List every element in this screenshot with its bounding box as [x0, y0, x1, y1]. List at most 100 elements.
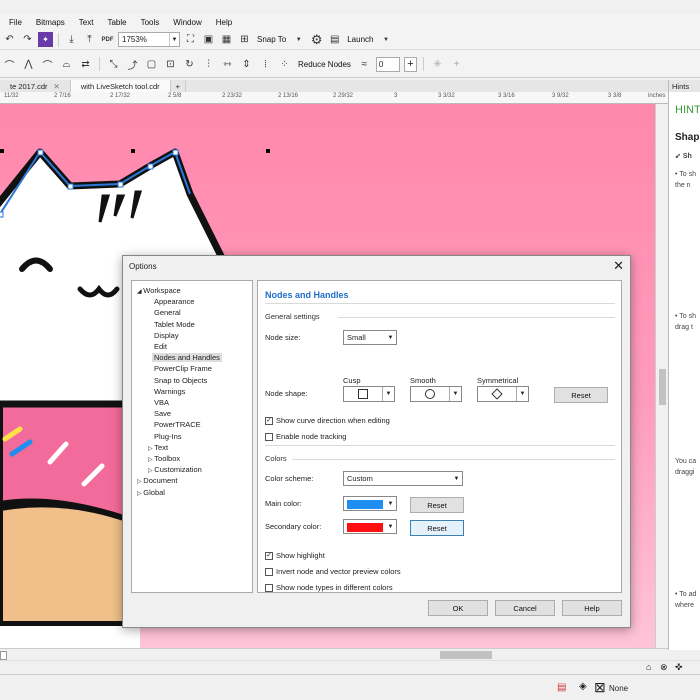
tree-item[interactable]: ▷ Document: [137, 476, 177, 485]
add-icon[interactable]: +: [449, 57, 464, 72]
tree-item[interactable]: ▷ Global: [137, 488, 165, 497]
horizontal-ruler[interactable]: 11/32 2 7/16 2 17/32 2 5/8 2 23/32 2 13/…: [0, 92, 668, 104]
launch-button[interactable]: Launch: [345, 35, 375, 44]
extract-subpath-icon[interactable]: ⤴: [125, 57, 140, 72]
tree-item[interactable]: ▷ Customization: [148, 465, 202, 474]
tree-item[interactable]: Edit: [154, 342, 167, 351]
tree-item[interactable]: Nodes and Handles: [152, 353, 222, 363]
menu-help[interactable]: Help: [209, 18, 239, 27]
search-content-icon[interactable]: ✦: [38, 32, 53, 47]
scrollbar-thumb[interactable]: [440, 651, 492, 659]
show-highlight-checkbox[interactable]: ✓: [265, 552, 273, 560]
color-scheme-select[interactable]: Custom ▼: [343, 471, 463, 486]
extend-curve-icon[interactable]: ⤡: [106, 57, 121, 72]
tree-item[interactable]: Tablet Mode: [154, 320, 195, 329]
main-color-reset-button[interactable]: Reset: [410, 497, 464, 513]
align-nodes-icon[interactable]: ⫶: [201, 57, 216, 72]
view-icon[interactable]: ▣: [201, 32, 216, 47]
tree-item[interactable]: PowerTRACE: [154, 420, 201, 429]
node-shape-reset-button[interactable]: Reset: [554, 387, 608, 403]
page-navigator[interactable]: [0, 651, 7, 660]
close-icon[interactable]: ✕: [54, 82, 60, 91]
reduce-nodes-button[interactable]: Reduce Nodes: [296, 60, 353, 69]
elastic-mode-icon[interactable]: ⦙: [258, 57, 273, 72]
gear-icon[interactable]: ⚙: [309, 32, 324, 47]
reflect-horizontal-icon[interactable]: ⇿: [220, 57, 235, 72]
symmetrical-shape-select[interactable]: ▼: [477, 386, 529, 402]
smooth-node-icon[interactable]: ⌒: [40, 57, 55, 72]
import-icon[interactable]: ⤓: [64, 32, 79, 47]
horizontal-scrollbar[interactable]: [0, 648, 668, 660]
cusp-shape-select[interactable]: ▼: [343, 386, 395, 402]
tree-item[interactable]: VBA: [154, 398, 169, 407]
tree-item[interactable]: General: [154, 308, 181, 317]
close-icon[interactable]: ✕: [613, 258, 624, 274]
secondary-color-picker[interactable]: ▼: [343, 519, 397, 534]
tree-item[interactable]: ▷ Text: [148, 443, 168, 452]
fill-icon[interactable]: ◈: [579, 681, 587, 692]
chevron-down-icon[interactable]: ▼: [291, 32, 306, 47]
symmetrical-node-icon[interactable]: ⌓: [59, 57, 74, 72]
no-outline-icon[interactable]: ⊠: [594, 679, 606, 696]
chevron-down-icon[interactable]: ▼: [378, 32, 393, 47]
enable-node-tracking-checkbox[interactable]: [265, 433, 273, 441]
menu-text[interactable]: Text: [72, 18, 101, 27]
redo-icon[interactable]: ↷: [20, 32, 35, 47]
grid-icon[interactable]: ▦: [219, 32, 234, 47]
tree-item[interactable]: Appearance: [154, 297, 194, 306]
ok-button[interactable]: OK: [428, 600, 488, 616]
options-icon[interactable]: ✳: [430, 57, 445, 72]
rulers-icon[interactable]: ⊞: [237, 32, 252, 47]
new-tab-button[interactable]: +: [171, 80, 187, 92]
launch-icon[interactable]: ▤: [327, 32, 342, 47]
scrollbar-thumb[interactable]: [659, 369, 666, 405]
zoom-level-input[interactable]: 1753% ▼: [118, 32, 180, 47]
close-curve-icon[interactable]: ▢: [144, 57, 159, 72]
tree-item[interactable]: Plug-Ins: [154, 432, 182, 441]
smooth-shape-select[interactable]: ▼: [410, 386, 462, 402]
snap-to-button[interactable]: Snap To: [255, 35, 288, 44]
curve-smoothness-input[interactable]: 0: [375, 56, 400, 72]
close-icon[interactable]: ⊗: [660, 662, 668, 673]
show-node-types-checkbox[interactable]: [265, 584, 273, 592]
node-tool-icon[interactable]: ⌒: [2, 57, 17, 72]
tab-document-1[interactable]: te 2017.cdr ✕: [0, 80, 71, 92]
cancel-button[interactable]: Cancel: [495, 600, 555, 616]
tree-item[interactable]: Warnings: [154, 387, 185, 396]
color-proofing-icon[interactable]: ▤: [557, 682, 566, 693]
menu-window[interactable]: Window: [166, 18, 208, 27]
diamond-node-icon: [491, 388, 503, 400]
node-size-select[interactable]: Small ▼: [343, 330, 397, 345]
publish-pdf-icon[interactable]: PDF: [100, 32, 115, 47]
invert-node-checkbox[interactable]: [265, 568, 273, 576]
tree-item[interactable]: Display: [154, 331, 179, 340]
menu-tools[interactable]: Tools: [134, 18, 167, 27]
show-curve-direction-checkbox[interactable]: ✓: [265, 417, 273, 425]
tab-document-2[interactable]: with LiveSketch tool.cdr: [70, 80, 171, 92]
rotate-nodes-icon[interactable]: ↻: [182, 57, 197, 72]
tree-item[interactable]: ▷ Toolbox: [148, 454, 180, 463]
vertical-scrollbar[interactable]: [655, 104, 668, 648]
tree-item[interactable]: Save: [154, 409, 171, 418]
chevron-down-icon[interactable]: ▼: [169, 33, 179, 46]
undo-icon[interactable]: ↶: [2, 32, 17, 47]
reverse-direction-icon[interactable]: ⇄: [78, 57, 93, 72]
plus-icon[interactable]: +: [403, 56, 417, 72]
menu-table[interactable]: Table: [100, 18, 133, 27]
reflect-vertical-icon[interactable]: ⇕: [239, 57, 254, 72]
tree-item[interactable]: Snap to Objects: [154, 376, 207, 385]
main-color-picker[interactable]: ▼: [343, 496, 397, 511]
navigator-icon[interactable]: ✜: [675, 662, 683, 673]
tree-item[interactable]: ◢ Workspace: [137, 286, 181, 295]
lock-icon[interactable]: ⌂: [646, 662, 651, 672]
menu-bitmaps[interactable]: Bitmaps: [29, 18, 72, 27]
select-all-nodes-icon[interactable]: ⁘: [277, 57, 292, 72]
stretch-nodes-icon[interactable]: ⊡: [163, 57, 178, 72]
tree-item[interactable]: PowerClip Frame: [154, 364, 212, 373]
cusp-node-icon[interactable]: ⋀: [21, 57, 36, 72]
menu-file[interactable]: File: [2, 18, 29, 27]
help-button[interactable]: Help: [562, 600, 622, 616]
export-icon[interactable]: ⤒: [82, 32, 97, 47]
secondary-color-reset-button[interactable]: Reset: [410, 520, 464, 536]
full-screen-icon[interactable]: ⛶: [183, 32, 198, 47]
